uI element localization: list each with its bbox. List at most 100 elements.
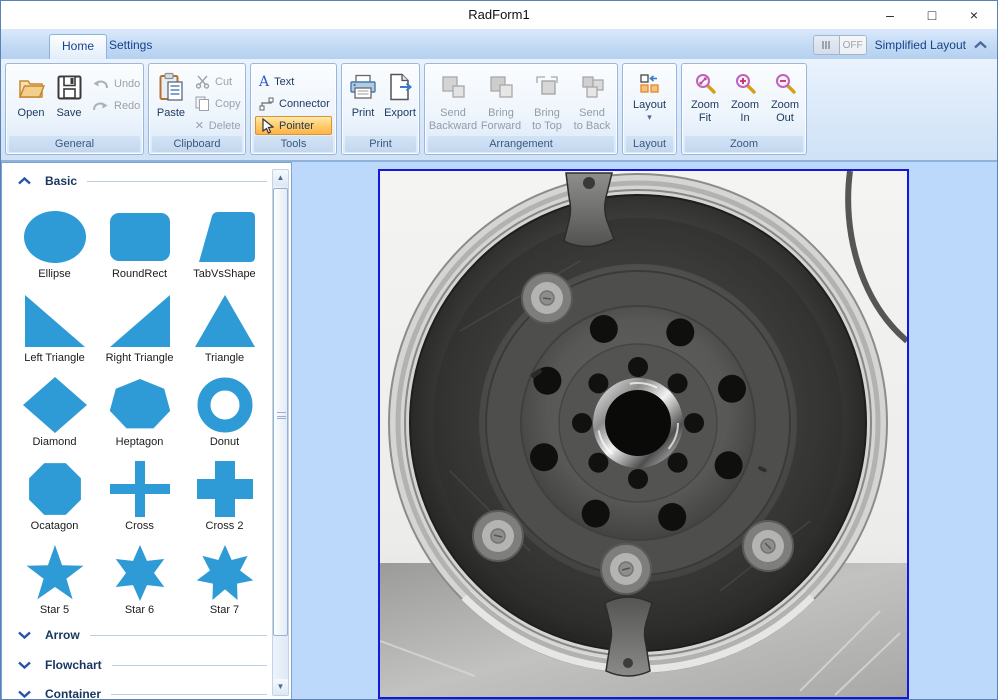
scroll-down-button[interactable]: ▼ xyxy=(273,679,288,695)
bring-forward-button[interactable]: Bring Forward xyxy=(475,70,527,132)
zoom-out-magnifier-icon xyxy=(775,70,796,96)
open-button[interactable]: Open xyxy=(12,70,50,120)
chevron-up-icon[interactable] xyxy=(18,177,31,185)
scrollbar-thumb[interactable] xyxy=(273,188,288,636)
scroll-up-button[interactable]: ▲ xyxy=(273,170,288,186)
chevron-down-icon[interactable] xyxy=(18,690,31,698)
chevron-down-icon[interactable] xyxy=(18,661,31,669)
left-triangle-shape-icon xyxy=(23,292,87,350)
group-label-layout: Layout xyxy=(626,136,673,152)
export-button[interactable]: Export xyxy=(382,70,418,120)
redo-button[interactable]: Redo xyxy=(88,96,144,115)
zoom-in-magnifier-icon xyxy=(735,70,756,96)
group-label-zoom: Zoom xyxy=(685,136,803,152)
right-triangle-shape-icon xyxy=(108,292,172,350)
ellipse-shape-icon xyxy=(23,208,87,266)
section-flowchart[interactable]: Flowchart xyxy=(2,655,291,675)
chevron-down-icon[interactable] xyxy=(18,631,31,639)
zoom-in-button[interactable]: Zoom In xyxy=(726,70,764,124)
shape-item-star7[interactable]: Star 7 xyxy=(182,541,267,625)
collapse-ribbon-icon[interactable] xyxy=(974,41,987,49)
shape-item-roundrect[interactable]: RoundRect xyxy=(97,205,182,289)
group-label-arrangement: Arrangement xyxy=(428,136,614,152)
cut-scissors-icon xyxy=(195,75,210,89)
section-divider xyxy=(112,665,267,666)
export-page-icon xyxy=(388,70,413,104)
connector-tool-button[interactable]: Connector xyxy=(255,94,332,113)
layout-grid-icon xyxy=(640,70,659,96)
simplified-layout-label: Simplified Layout xyxy=(875,38,966,52)
shape-gallery: Ellipse RoundRect TabVsShape Left Triang… xyxy=(12,205,268,625)
delete-button[interactable]: × Delete xyxy=(191,116,245,135)
bring-to-top-button[interactable]: Bring to Top xyxy=(523,70,571,132)
section-arrow-label: Arrow xyxy=(45,628,80,642)
diamond-shape-icon xyxy=(23,376,87,434)
copy-button[interactable]: Copy xyxy=(191,94,245,113)
zoom-fit-magnifier-icon xyxy=(695,70,716,96)
panel-scrollbar[interactable]: ▲ ▼ xyxy=(272,169,289,696)
group-label-print: Print xyxy=(345,136,416,152)
cut-button[interactable]: Cut xyxy=(191,72,236,91)
shape-item-tabvsshape[interactable]: TabVsShape xyxy=(182,205,267,289)
open-folder-icon xyxy=(17,70,45,104)
section-arrow[interactable]: Arrow xyxy=(2,625,291,645)
toggle-grip-icon[interactable] xyxy=(814,36,840,54)
toggle-off-label[interactable]: OFF xyxy=(840,36,866,54)
pointer-tool-button[interactable]: Pointer xyxy=(255,116,332,135)
close-button[interactable]: × xyxy=(959,4,989,26)
octagon-shape-icon xyxy=(23,460,87,518)
group-layout: Layout ▾ Layout xyxy=(622,63,677,155)
send-backward-icon xyxy=(441,70,466,104)
group-arrangement: Send Backward Bring Forward Bring to Top xyxy=(424,63,618,155)
group-print: Print Export Print xyxy=(341,63,420,155)
group-label-tools: Tools xyxy=(254,136,333,152)
shape-item-cross2[interactable]: Cross 2 xyxy=(182,457,267,541)
diagram-canvas[interactable] xyxy=(292,162,997,699)
shape-item-left-triangle[interactable]: Left Triangle xyxy=(12,289,97,373)
simplified-layout-toggle[interactable]: OFF xyxy=(813,35,867,55)
group-general: Open Save Undo xyxy=(5,63,144,155)
ribbon: Open Save Undo xyxy=(1,59,997,162)
redo-icon xyxy=(92,100,109,112)
section-basic[interactable]: Basic xyxy=(2,171,291,191)
shape-item-ocatagon[interactable]: Ocatagon xyxy=(12,457,97,541)
bring-forward-icon xyxy=(489,70,514,104)
roundrect-shape-icon xyxy=(108,208,172,266)
minimize-button[interactable]: – xyxy=(875,4,905,26)
group-zoom: Zoom Fit Zoom In xyxy=(681,63,807,155)
zoom-out-button[interactable]: Zoom Out xyxy=(766,70,804,124)
send-to-back-button[interactable]: Send to Back xyxy=(567,70,617,132)
save-button[interactable]: Save xyxy=(52,70,86,120)
shape-item-ellipse[interactable]: Ellipse xyxy=(12,205,97,289)
print-button[interactable]: Print xyxy=(346,70,380,120)
zoom-fit-button[interactable]: Zoom Fit xyxy=(686,70,724,124)
star7-shape-icon xyxy=(193,544,257,602)
pointer-cursor-icon xyxy=(260,118,274,134)
paste-clipboard-icon xyxy=(158,70,185,104)
shape-item-diamond[interactable]: Diamond xyxy=(12,373,97,457)
canvas-image[interactable] xyxy=(378,169,909,699)
layout-dropdown-arrow: ▾ xyxy=(647,112,652,122)
send-backward-button[interactable]: Send Backward xyxy=(427,70,479,132)
shape-item-cross[interactable]: Cross xyxy=(97,457,182,541)
shape-item-triangle[interactable]: Triangle xyxy=(182,289,267,373)
save-floppy-icon xyxy=(56,70,83,104)
group-tools: A Text Connector Pointer Tools xyxy=(250,63,337,155)
text-tool-button[interactable]: A Text xyxy=(255,72,332,91)
undo-button[interactable]: Undo xyxy=(88,74,144,93)
tab-settings[interactable]: Settings xyxy=(97,34,164,59)
triangle-shape-icon xyxy=(193,292,257,350)
section-container-label: Container xyxy=(45,687,101,700)
section-container[interactable]: Container xyxy=(2,684,291,700)
shape-item-heptagon[interactable]: Heptagon xyxy=(97,373,182,457)
scrollbar-grip xyxy=(277,412,286,419)
section-divider xyxy=(111,694,267,695)
shape-item-donut[interactable]: Donut xyxy=(182,373,267,457)
paste-button[interactable]: Paste xyxy=(153,70,189,120)
cross2-shape-icon xyxy=(193,460,257,518)
shape-item-star5[interactable]: Star 5 xyxy=(12,541,97,625)
shape-item-star6[interactable]: Star 6 xyxy=(97,541,182,625)
shape-item-right-triangle[interactable]: Right Triangle xyxy=(97,289,182,373)
maximize-button[interactable]: □ xyxy=(917,4,947,26)
layout-button[interactable]: Layout ▾ xyxy=(627,70,672,122)
